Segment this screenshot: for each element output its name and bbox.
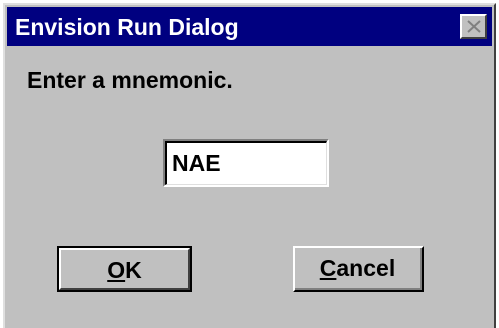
envision-run-dialog: Envision Run Dialog Enter a mnemonic. NA…	[3, 3, 496, 328]
close-button[interactable]	[460, 14, 487, 39]
ok-button-label-rest: K	[125, 257, 142, 283]
cancel-button-mnemonic: C	[319, 255, 337, 281]
ok-button-mnemonic: O	[107, 257, 126, 283]
cancel-button[interactable]: Cancel	[293, 246, 424, 292]
window-title: Envision Run Dialog	[15, 14, 239, 40]
cancel-button-label-rest: ancel	[336, 255, 396, 281]
mnemonic-input-value[interactable]: NAE	[172, 150, 221, 177]
mnemonic-input[interactable]: NAE	[163, 139, 329, 187]
cancel-button-face[interactable]: Cancel	[295, 248, 422, 290]
close-icon	[467, 20, 481, 33]
ok-button-face[interactable]: OK	[59, 248, 190, 290]
ok-button-label: OK	[107, 257, 142, 283]
title-bar[interactable]: Envision Run Dialog	[7, 7, 492, 46]
prompt-label: Enter a mnemonic.	[27, 67, 233, 93]
mnemonic-input-well[interactable]: NAE	[165, 141, 327, 185]
cancel-button-label: Cancel	[320, 255, 395, 281]
ok-button[interactable]: OK	[57, 246, 192, 292]
